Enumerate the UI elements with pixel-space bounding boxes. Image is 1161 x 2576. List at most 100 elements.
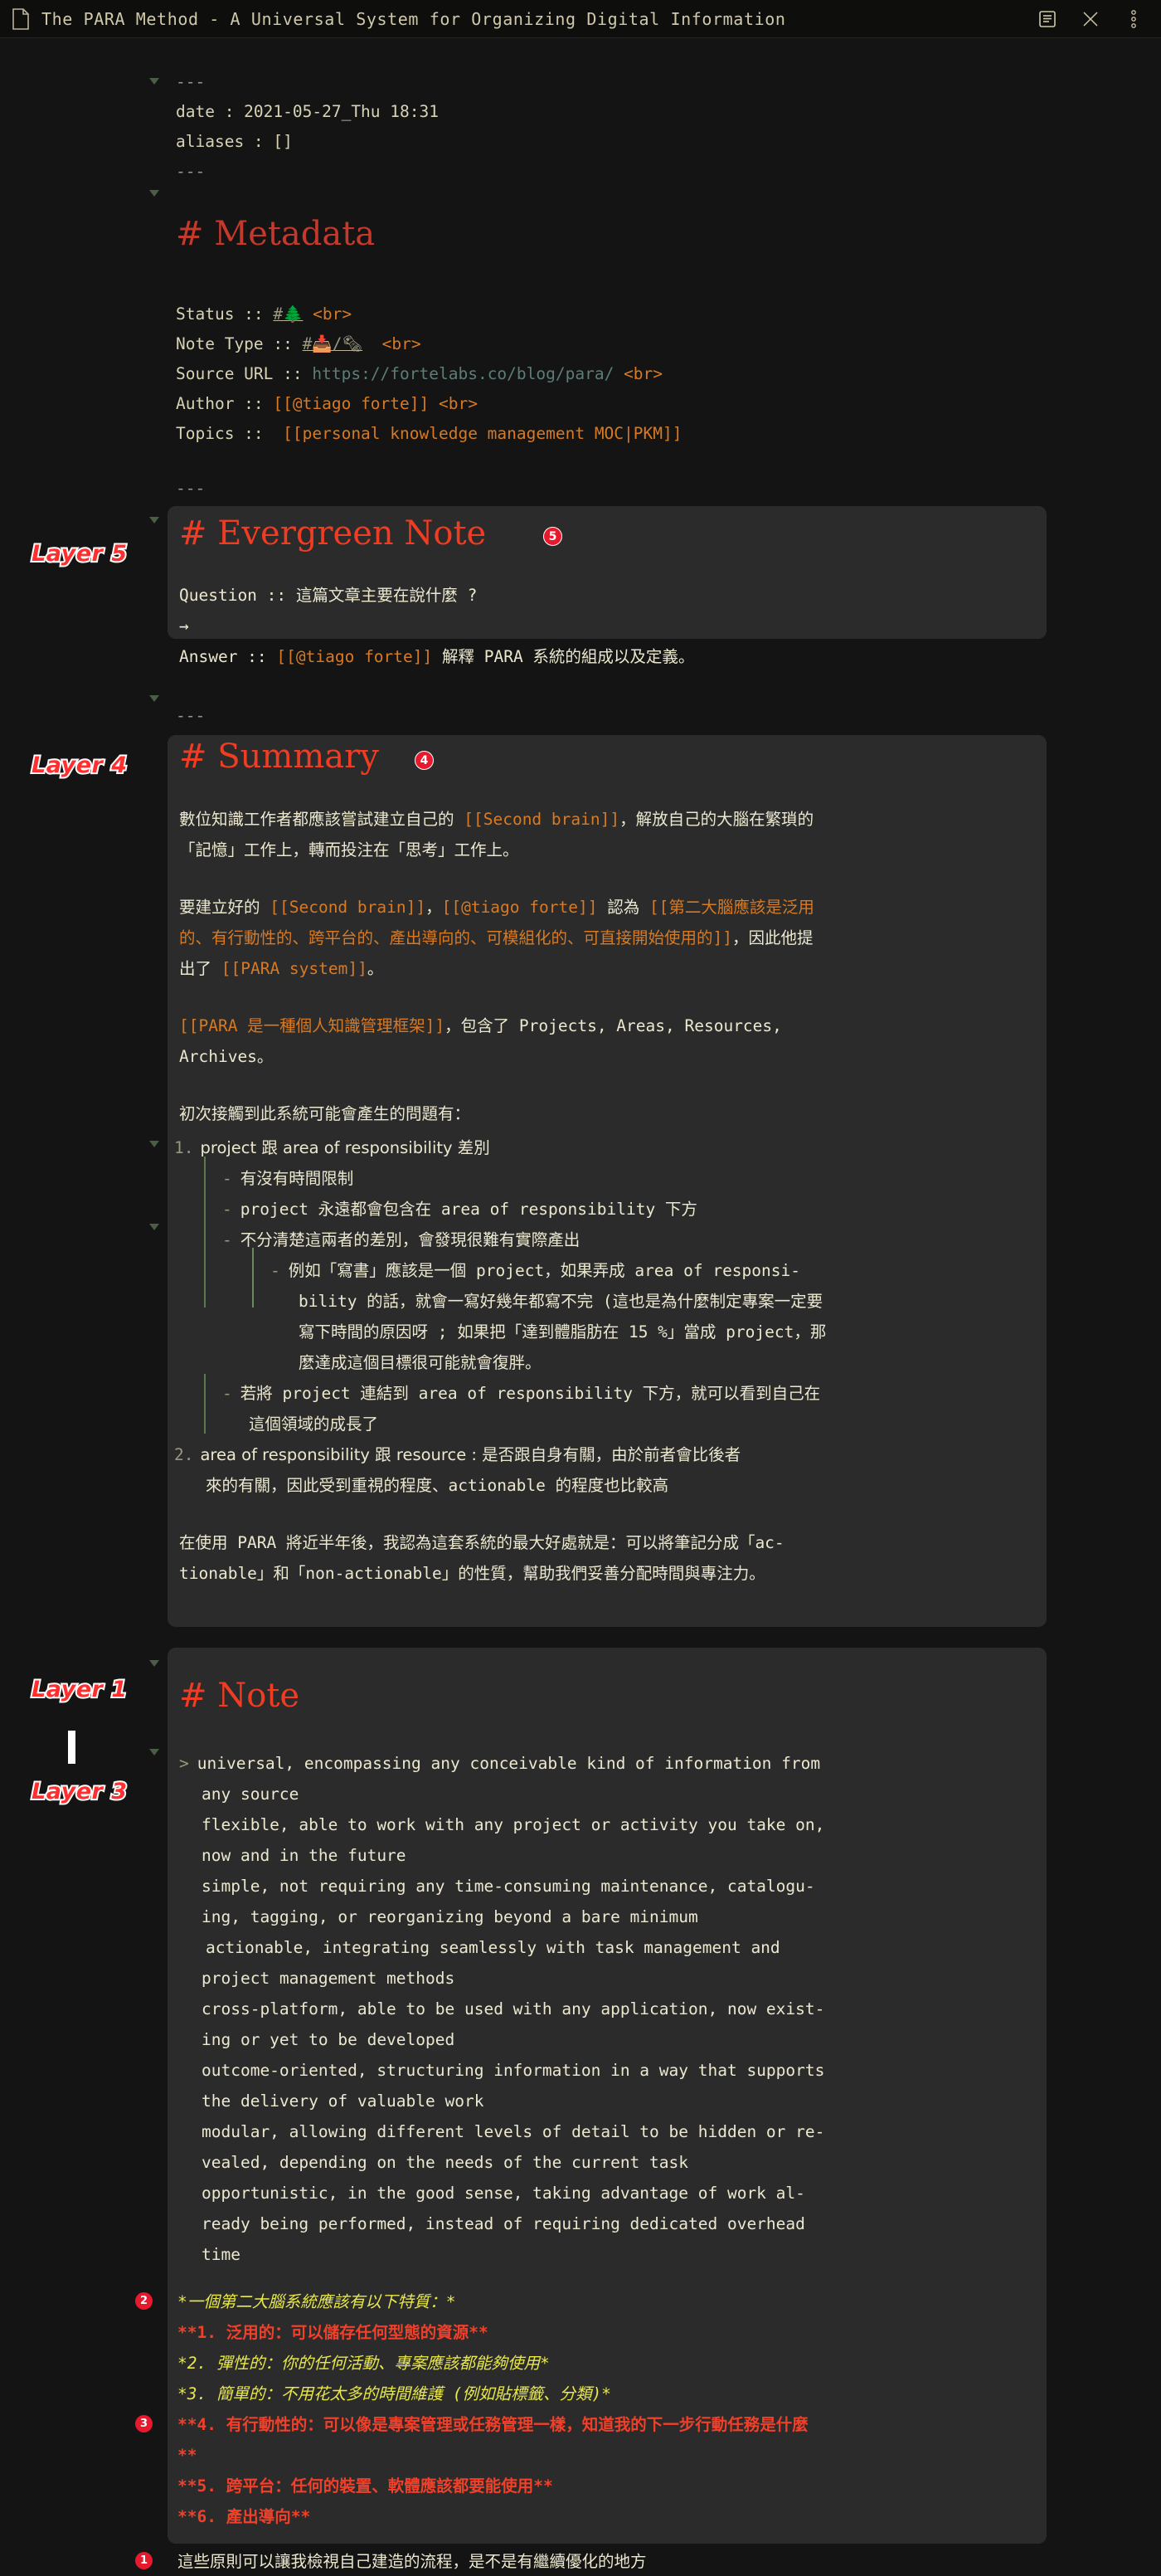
note-quote-line-14: opportunistic, in the good sense, taking… [202,2184,805,2203]
note-quote-line-16: time [202,2245,240,2264]
summary-list-1-child-1: - 有沒有時間限制 [222,1165,353,1193]
evergreen-answer-prefix: Answer :: [179,647,277,666]
window-title: The PARA Method - A Universal System for… [41,8,786,29]
summary-p2-line3: 出了 [[PARA system]]。 [179,955,383,983]
summary-p1-line1: 數位知識工作者都應該嘗試建立自己的 [[Second brain]]，解放自己的… [179,806,814,834]
metadata-row-author: Author :: [[@tiago forte]] <br> [176,392,478,416]
annotation-badge-1: 1 [135,2552,153,2569]
fold-arrow-quote[interactable] [149,1749,159,1755]
note-quote-line-13: vealed, depending on the needs of the cu… [202,2153,688,2172]
fold-arrow-frontmatter[interactable] [149,78,159,85]
window-actions [1037,8,1149,30]
note-quote-line-8: cross-platform, able to be used with any… [202,1999,825,2018]
note-quote-line-4: simple, not requiring any time-consuming… [202,1877,815,1896]
child-3-text: 不分清楚這兩者的差別，會發現很難有實際產出 [240,1230,580,1249]
list-indent-guide-3 [204,1374,206,1434]
note-quote-line-0: > universal, encompassing any conceivable… [179,1750,820,1778]
metadata-value-topics[interactable]: [[personal knowledge management MOC|PKM]… [283,424,682,443]
document-icon [12,7,30,30]
summary-p2-seg0: 要建立好的 [179,898,270,917]
frontmatter-date: date : 2021-05-27_Thu 18:31 [176,102,439,121]
note-final-text: 這些原則可以讓我檢視自己建造的流程，是不是有繼續優化的地方 [177,2552,647,2571]
list-1-num: 1. [174,1138,194,1157]
fold-arrow-summary[interactable] [149,695,159,702]
summary-list-item-1: 1. project 跟 area of responsibility 差別 [174,1134,490,1162]
evergreen-badge: 5 [543,527,562,546]
note-highlight-7: **6. 產出導向** [177,2507,311,2526]
summary-p2-link3-end[interactable]: 的、有行動性的、跨平台的、產出導向的、可模組化的、可直接開始使用的]] [179,928,732,947]
summary-p3-line1: [[PARA 是一種個人知識管理框架]]，包含了 Projects, Areas… [179,1012,782,1040]
quote-text-0: universal, encompassing any conceivable … [197,1754,821,1773]
layer-label-3: Layer 3 [30,1777,129,1806]
summary-p2-link1[interactable]: [[Second brain]] [270,898,425,917]
summary-p2-link2[interactable]: [[@tiago forte]] [442,898,598,917]
metadata-key-author: Author :: [176,394,274,413]
note-quote-line-9: ing or yet to be developed [202,2030,455,2049]
more-options-icon[interactable] [1123,8,1144,30]
fold-arrow-list1[interactable] [149,1141,159,1147]
blockquote-marker: > [179,1754,189,1773]
note-quote-line-12: modular, allowing different levels of de… [202,2122,825,2141]
layer-label-4: Layer 4 [30,751,129,780]
bullet-dash: - [270,1261,280,1280]
fold-arrow-evergreen[interactable] [149,517,159,523]
metadata-value-sourceurl[interactable]: https://fortelabs.co/blog/para/ [312,364,614,383]
summary-p2-link3-start[interactable]: [[第二大腦應該是泛用 [649,898,814,917]
summary-badge: 4 [415,751,434,770]
note-heading: # Note [179,1677,300,1715]
summary-list-1-child-4-line2: 這個領域的成長了 [249,1415,379,1434]
metadata-tail-sourceurl: <br> [614,364,663,383]
child-1-text: 有沒有時間限制 [240,1169,354,1188]
summary-p1-link[interactable]: [[Second brain]] [464,810,619,829]
note-highlight-2: *2. 彈性的：你的任何活動、專案應該都能夠使用* [177,2354,550,2373]
note-quote-line-11: the delivery of valuable work [202,2091,484,2111]
summary-p1-seg0: 數位知識工作者都應該嘗試建立自己的 [179,810,464,829]
evergreen-answer-link[interactable]: [[@tiago forte]] [276,647,432,666]
note-quote-line-15: ready being performed, instead of requir… [202,2214,805,2233]
summary-list-1-child-4-line1: - 若將 project 連結到 area of responsibility 下… [222,1380,820,1408]
summary-p3-link[interactable]: [[PARA 是一種個人知識管理框架]] [179,1016,444,1035]
fold-arrow-list1-sub[interactable] [149,1224,159,1230]
summary-p5-line1: 在使用 PARA 將近半年後，我認為這套系統的最大好處就是：可以將筆記分成「ac… [179,1533,785,1552]
summary-p3-seg1: ，包含了 Projects, Areas, Resources, [444,1016,782,1035]
metadata-row-status: Status :: #🌲 <br> [176,302,352,327]
bullet-dash: - [222,1169,232,1188]
annotation-badge-2: 2 [135,2292,153,2310]
bullet-dash: - [222,1230,232,1249]
summary-list-1-child-3: - 不分清楚這兩者的差別，會發現很難有實際產出 [222,1226,580,1254]
metadata-tail-author: <br> [429,394,478,413]
divider-1: --- [176,479,206,498]
close-icon[interactable] [1080,8,1101,30]
metadata-tail-status: <br> [303,304,352,324]
fold-arrow-metadata[interactable] [149,190,159,197]
annotation-badge-3: 3 [135,2415,153,2432]
grandchild-line-1: 例如「寫書」應該是一個 project，如果弄成 area of respons… [288,1261,800,1280]
note-quote-line-7: project management methods [202,1969,455,1988]
metadata-heading: # Metadata [176,215,376,253]
note-highlight-5: ** [177,2446,197,2465]
summary-list-1-grandchild-line4: 麼達成這個目標很可能就會復胖。 [299,1353,542,1372]
summary-p5-line2: tionable」和「non-actionable」的性質，幫助我們妥善分配時間… [179,1564,765,1583]
summary-p2-seg7: 出了 [179,959,221,978]
layer-range-connector [68,1731,75,1764]
summary-list-1-grandchild-line3: 寫下時間的原因呀 ; 如果把「達到體脂肪在 15 %」當成 project，那 [299,1322,827,1342]
metadata-row-sourceurl: Source URL :: https://fortelabs.co/blog/… [176,362,663,387]
note-highlight-6: **5. 跨平台：任何的裝置、軟體應該都要能使用** [177,2476,553,2496]
metadata-value-notetype[interactable]: #📥/🗞 [303,334,363,353]
metadata-value-author[interactable]: [[@tiago forte]] [273,394,429,413]
layer-label-5: Layer 5 [30,539,129,568]
summary-p2-link4[interactable]: [[PARA system]] [221,959,367,978]
reader-view-icon[interactable] [1037,8,1058,30]
list-1-text: project 跟 area of responsibility 差別 [200,1138,490,1157]
bullet-dash: - [222,1200,232,1219]
summary-p2-seg4: 認為 [597,898,649,917]
evergreen-arrow: → [179,616,189,635]
metadata-row-notetype: Note Type :: #📥/🗞 <br> [176,332,421,357]
divider-2: --- [176,706,206,725]
summary-p1-line2: 「記憶」工作上，轉而投注在「思考」工作上。 [179,840,519,859]
metadata-tail-notetype: <br> [362,334,421,353]
fold-arrow-note[interactable] [149,1660,159,1667]
metadata-value-status[interactable]: #🌲 [273,304,303,324]
note-quote-line-10: outcome-oriented, structuring informatio… [202,2061,825,2080]
metadata-row-topics: Topics :: [[personal knowledge managemen… [176,421,682,446]
